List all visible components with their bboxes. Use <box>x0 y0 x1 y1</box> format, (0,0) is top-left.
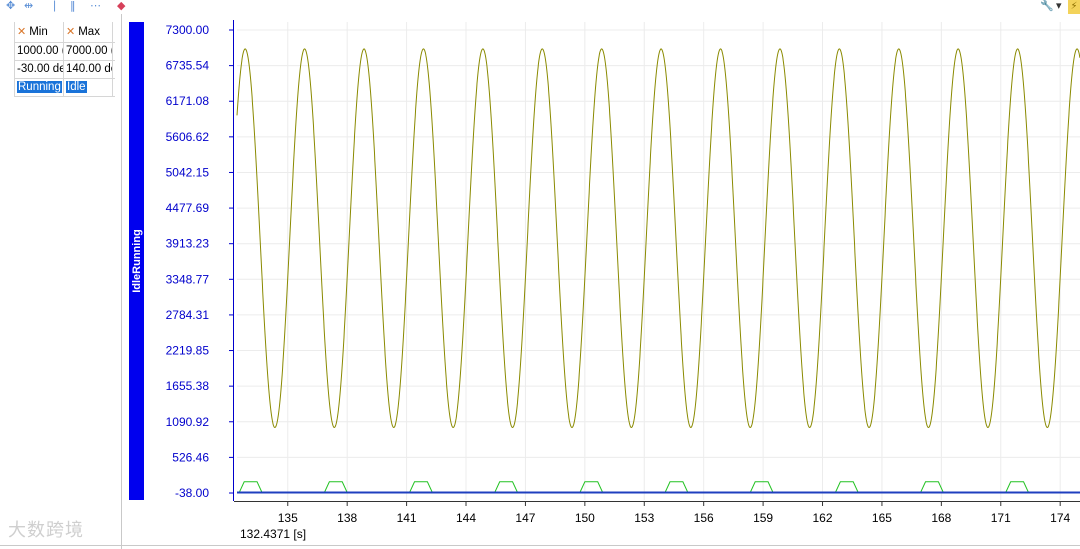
y-tick-label: 5042.15 <box>166 165 210 179</box>
y-tick-label: 2219.85 <box>166 344 210 358</box>
x-tick-label: 165 <box>872 511 892 525</box>
x-tick-label: 135 <box>278 511 298 525</box>
series <box>236 48 1080 494</box>
chart[interactable]: 7300.00 6735.54 6171.08 5606.62 5042.15 4477.… <box>0 0 1080 549</box>
x-tick-label: 144 <box>456 511 476 525</box>
y-tick-label: 2784.31 <box>166 308 210 322</box>
y-tick-label: 1090.92 <box>166 415 210 429</box>
x-tick-label: 168 <box>931 511 951 525</box>
y-tick-label: 3348.77 <box>166 272 210 286</box>
bottom-divider <box>0 545 1080 546</box>
y-tick-label: 4477.69 <box>166 201 210 215</box>
x-tick-label: 147 <box>515 511 535 525</box>
y-tick-label: 1655.38 <box>166 379 210 393</box>
x-tick-label: 150 <box>575 511 595 525</box>
series-line-sine <box>236 48 1080 429</box>
x-tick-label: 138 <box>337 511 357 525</box>
y-tick-label: 6171.08 <box>166 94 210 108</box>
watermark: 大数跨境 <box>8 520 84 541</box>
y-tick-label: 7300.00 <box>166 23 210 37</box>
series-line-trapezoid <box>236 481 1080 493</box>
y-tick-label: 6735.54 <box>166 59 210 73</box>
x-tick-label: 141 <box>397 511 417 525</box>
x-tick-label: 162 <box>813 511 833 525</box>
x-tick-label: 174 <box>1050 511 1070 525</box>
y-tick-label: 5606.62 <box>166 130 210 144</box>
grid <box>237 22 1080 500</box>
y-tick-label: 3913.23 <box>166 237 210 251</box>
x-tick-label: 156 <box>694 511 714 525</box>
y-tick-label: 526.46 <box>172 450 209 464</box>
x-tick-label: 159 <box>753 511 773 525</box>
x-tick-label: 153 <box>634 511 654 525</box>
x-tick-label: 171 <box>991 511 1011 525</box>
y-tick-label: -38.00 <box>175 486 209 500</box>
cursor-readout: 132.4371 [s] <box>240 527 306 541</box>
